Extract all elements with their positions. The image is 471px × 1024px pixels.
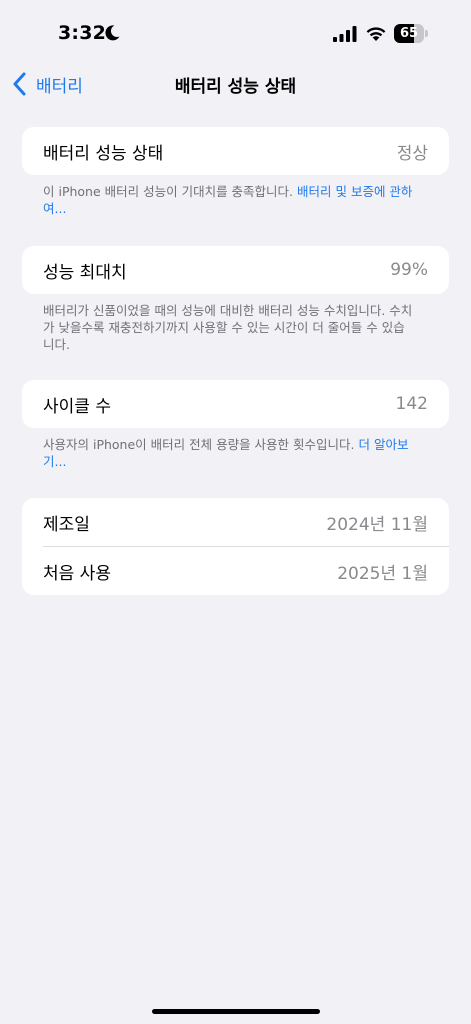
max-capacity-label: 성능 최대치 xyxy=(43,262,127,283)
cycle-count-row: 사이클 수 142 xyxy=(22,380,449,428)
health-row: 배터리 성능 상태 정상 xyxy=(22,127,449,175)
status-bar: 3:32 65 xyxy=(0,0,471,70)
max-capacity-group: 성능 최대치 99% xyxy=(22,246,449,294)
home-indicator[interactable] xyxy=(152,1009,320,1014)
status-time: 3:32 xyxy=(58,22,107,44)
health-footer: 이 iPhone 배터리 성능이 기대치를 충족합니다. 배터리 및 보증에 관… xyxy=(43,183,413,217)
cycle-count-footer-text: 사용자의 iPhone이 배터리 전체 용량을 사용한 횟수입니다. xyxy=(43,437,359,452)
battery-body: 65 xyxy=(394,24,424,43)
first-use-row: 처음 사용 2025년 1월 xyxy=(22,547,449,595)
page-title: 배터리 성능 상태 xyxy=(174,77,297,97)
health-footer-text: 이 iPhone 배터리 성능이 기대치를 충족합니다. xyxy=(43,184,298,199)
battery-icon: 65 xyxy=(394,24,428,43)
battery-cap xyxy=(425,30,428,37)
max-capacity-footer: 배터리가 신품이었을 때의 성능에 대비한 배터리 성능 수치입니다. 수치가 … xyxy=(43,303,413,352)
moon-icon xyxy=(105,25,120,41)
first-use-label: 처음 사용 xyxy=(43,563,111,584)
max-capacity-row: 성능 최대치 99% xyxy=(22,246,449,294)
first-use-value: 2025년 1월 xyxy=(337,563,428,584)
health-value: 정상 xyxy=(396,143,428,164)
cellular-signal-icon xyxy=(333,26,357,42)
manufacture-date-value: 2024년 11월 xyxy=(326,514,428,535)
battery-health-screen: 3:32 65 배터리 배터리 성능 상태 배터리 성능 상태 정상 이 iPh… xyxy=(0,0,471,1024)
cycle-count-value: 142 xyxy=(395,394,428,414)
cycle-count-label: 사이클 수 xyxy=(43,396,111,417)
max-capacity-value: 99% xyxy=(390,260,428,280)
manufacture-date-label: 제조일 xyxy=(43,514,90,535)
health-group: 배터리 성능 상태 정상 xyxy=(22,127,449,175)
dates-group: 제조일 2024년 11월 처음 사용 2025년 1월 xyxy=(22,498,449,595)
cycle-count-footer: 사용자의 iPhone이 배터리 전체 용량을 사용한 횟수입니다. 더 알아보… xyxy=(43,436,413,470)
battery-percent: 65 xyxy=(399,26,419,41)
manufacture-date-row: 제조일 2024년 11월 xyxy=(22,498,449,546)
health-label: 배터리 성능 상태 xyxy=(43,143,164,164)
wifi-icon xyxy=(366,27,386,41)
navigation-bar: 배터리 배터리 성능 상태 xyxy=(0,62,471,106)
cycle-count-group: 사이클 수 142 xyxy=(22,380,449,428)
